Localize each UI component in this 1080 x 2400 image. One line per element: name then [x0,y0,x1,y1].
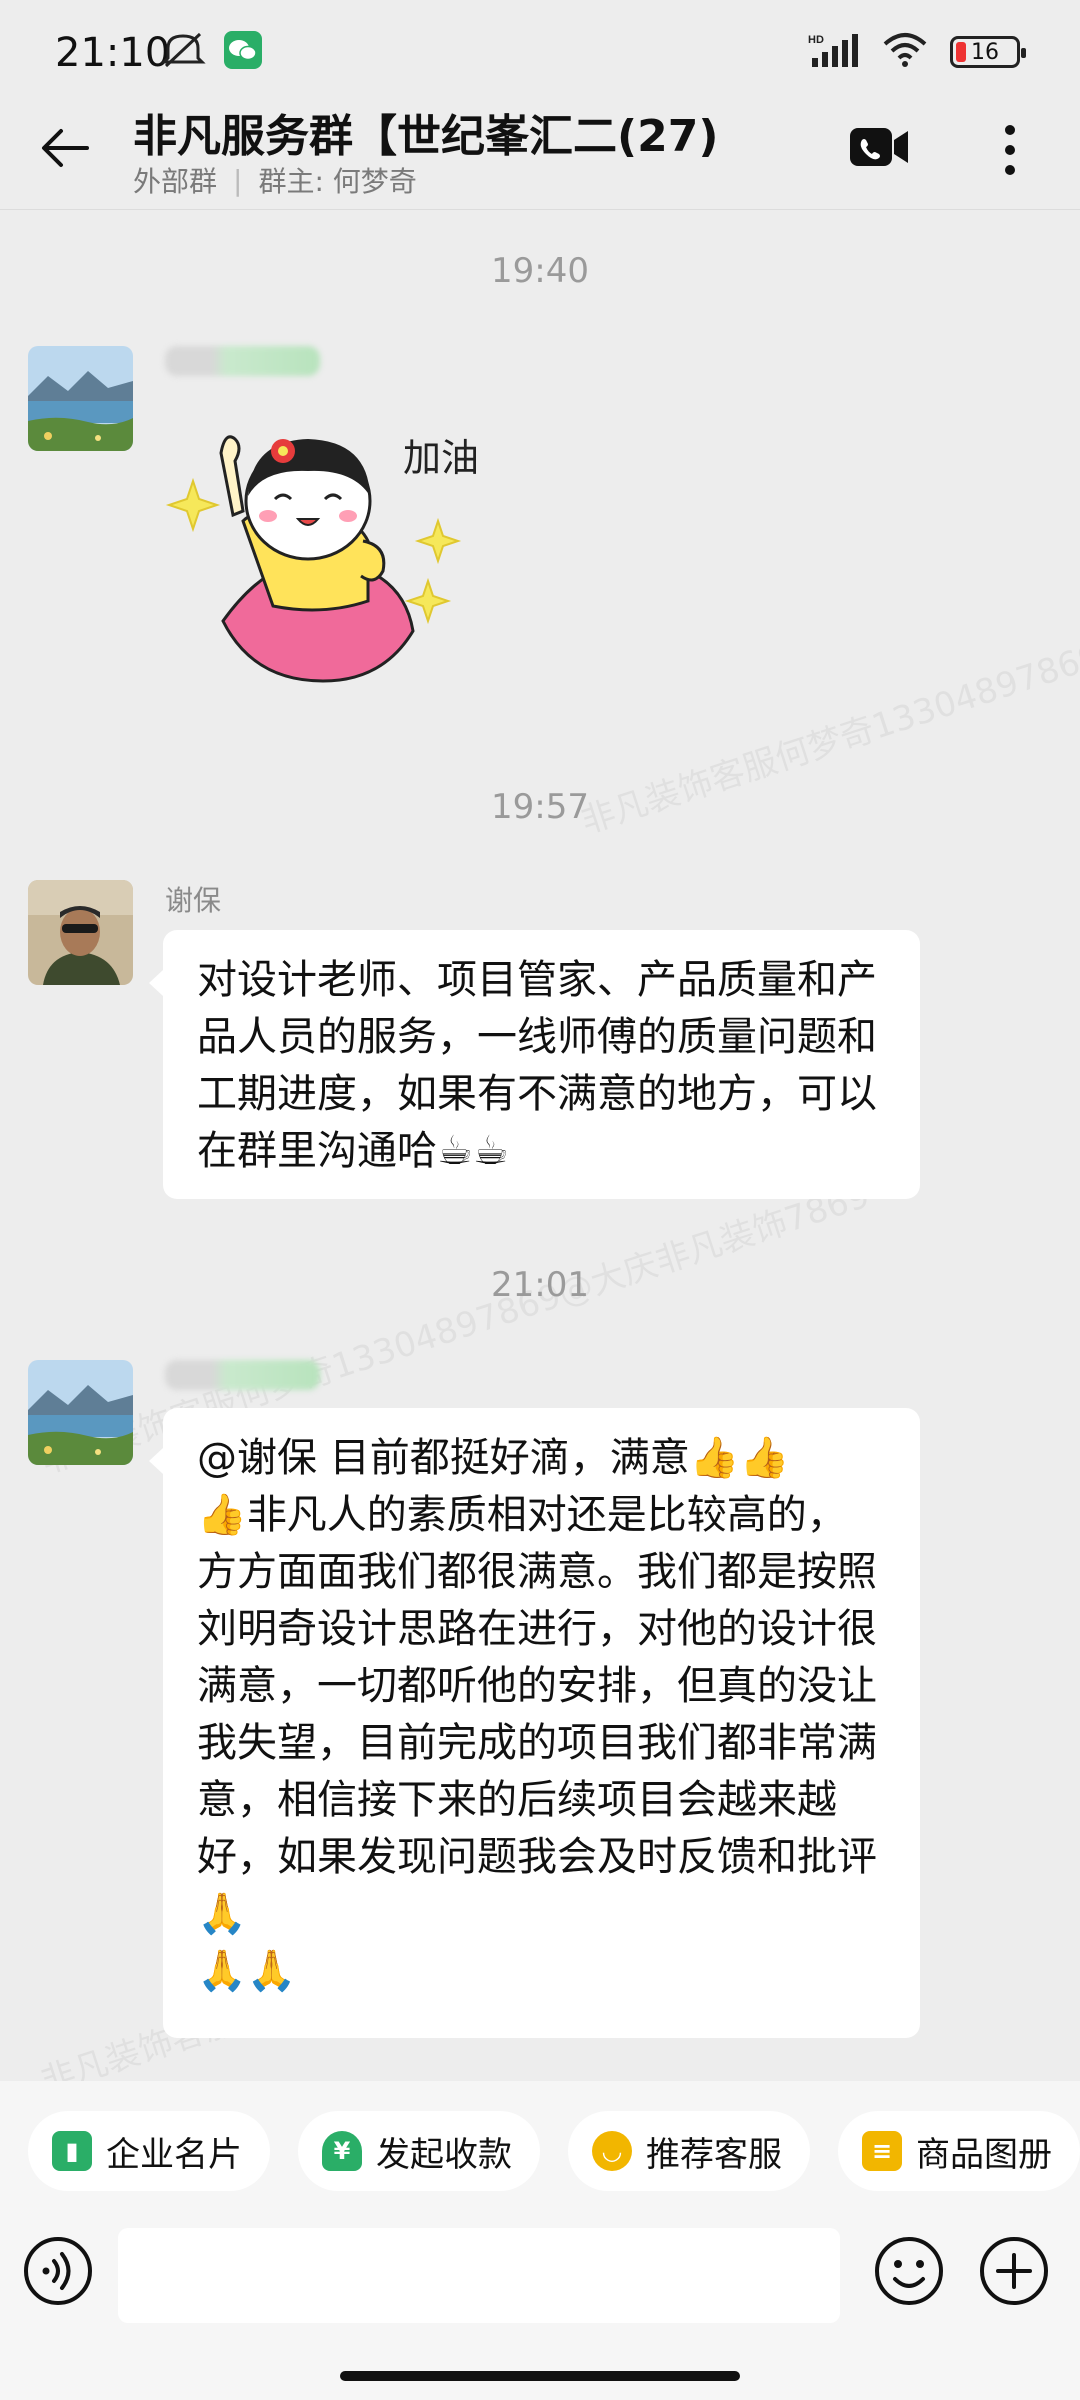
chat-messages[interactable]: 非凡装饰客服何梦奇13304897869@大庆非凡装饰7869 非凡装饰客服何梦… [0,211,1080,2081]
group-subtitle: 外部群 | 群主: 何梦奇 [133,160,417,200]
message-text: @谢保 目前都挺好滴，满意 [197,1435,690,1481]
service-icon: ◡ [592,2131,632,2171]
message-bubble[interactable]: @谢保 目前都挺好滴，满意👍👍 👍非凡人的素质相对还是比较高的，方方面面我们都很满… [149,1408,920,2038]
thumbs-up-emoji: 👍 [197,1492,247,1538]
chip-label: 企业名片 [106,2134,242,2175]
more-actions-button[interactable] [978,2235,1050,2307]
more-options-button[interactable] [985,115,1035,185]
divider: | [233,163,243,197]
sticker-text: 加油 [403,436,479,480]
wechat-icon [224,31,262,73]
plus-icon [980,2237,1048,2305]
recommend-service-button[interactable]: ◡ 推荐客服 [568,2111,810,2191]
quick-action-bar: ▮ 企业名片 ¥ 发起收款 ◡ 推荐客服 ≡ 商品图册 [0,2081,1080,2221]
video-call-icon [850,128,908,166]
chat-header: 非凡服务群【世纪峯汇二(27) 外部群 | 群主: 何梦奇 [0,100,1080,210]
battery-level: 16 [971,39,999,65]
wifi-icon [882,32,928,72]
status-time: 21:10 [55,30,171,76]
back-arrow-icon [42,129,89,167]
coffee-emoji: ☕☕ [437,1128,509,1174]
more-vertical-icon [1005,125,1015,175]
timestamp: 19:57 [491,787,589,827]
timestamp: 21:01 [491,1265,589,1305]
group-title[interactable]: 非凡服务群【世纪峯汇二(27) [133,100,718,164]
avatar[interactable] [28,346,133,451]
lake-landscape-avatar [28,346,133,451]
emoji-button[interactable] [873,2235,945,2307]
status-right: HD 16 [808,32,1026,72]
product-catalog-button[interactable]: ≡ 商品图册 [838,2111,1080,2191]
group-type-tag: 外部群 [133,165,218,198]
sender-name-blurred [165,1360,320,1390]
signal-icon: HD [808,32,860,72]
smiley-icon [875,2237,943,2305]
collect-payment-button[interactable]: ¥ 发起收款 [298,2111,540,2191]
home-indicator[interactable] [340,2371,740,2381]
chip-label: 发起收款 [376,2134,512,2175]
sender-name: 谢保 [165,884,222,917]
voice-icon [24,2237,92,2305]
message-bubble[interactable]: 对设计老师、项目管家、产品质量和产品人员的服务，一线师傅的质量问题和工期进度，如… [149,930,920,1199]
thumbs-up-emoji: 👍👍 [689,1435,790,1481]
message-input[interactable] [118,2228,840,2323]
avatar[interactable] [28,880,133,985]
business-card-icon: ▮ [52,2131,92,2171]
pray-emoji: 🙏🙏 [197,1948,297,1994]
man-portrait-avatar [28,880,133,985]
chip-label: 推荐客服 [646,2134,782,2175]
input-bar [0,2221,1080,2400]
sender-name-blurred [165,346,320,376]
group-owner: 群主: 何梦奇 [258,165,417,198]
status-left-icons [160,30,262,74]
lake-landscape-avatar [28,1360,133,1465]
chip-label: 商品图册 [916,2134,1052,2175]
sticker-cheer-girl[interactable]: 加油 [163,391,493,721]
payment-icon: ¥ [322,2131,362,2171]
mute-icon [160,30,206,74]
catalog-icon: ≡ [862,2131,902,2171]
status-bar: 21:10 HD 16 [0,0,1080,100]
avatar[interactable] [28,1360,133,1465]
battery-icon: 16 [950,36,1026,68]
video-call-button[interactable] [848,122,910,172]
timestamp: 19:40 [491,251,589,291]
pray-emoji: 🙏 [197,1891,247,1937]
back-button[interactable] [35,118,95,178]
cheer-girl-sticker-icon: 加油 [165,435,479,683]
voice-input-button[interactable] [22,2235,94,2307]
network-label: HD [808,34,824,46]
message-text: 对设计老师、项目管家、产品质量和产品人员的服务，一线师傅的质量问题和工期进度，如… [197,957,877,1174]
business-card-button[interactable]: ▮ 企业名片 [28,2111,270,2191]
message-text: 非凡人的素质相对还是比较高的，方方面面我们都很满意。我们都是按照刘明奇设计思路在… [197,1492,877,1880]
